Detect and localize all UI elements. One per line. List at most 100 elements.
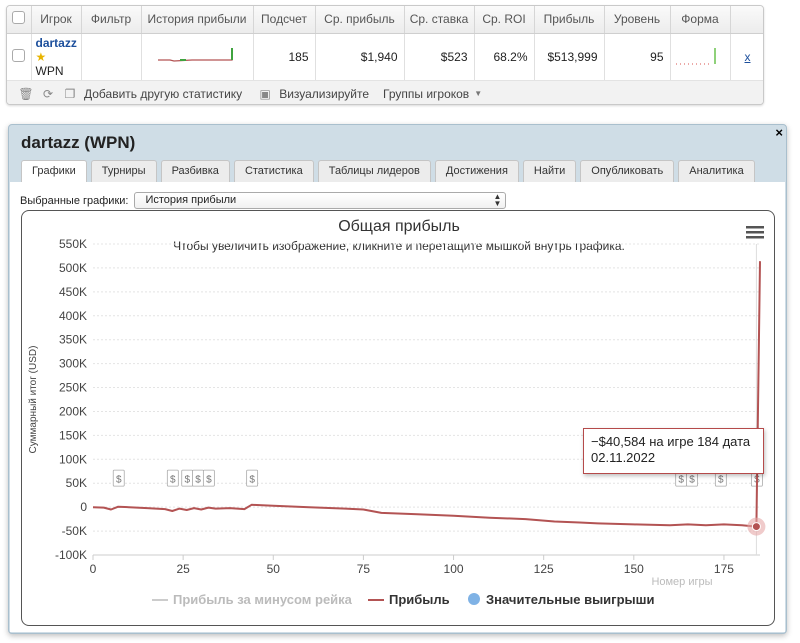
x-tick-label: 125 xyxy=(534,562,554,576)
x-axis-label: Номер игры xyxy=(651,576,712,588)
x-tick-label: 0 xyxy=(90,562,97,576)
tooltip-line-2: 02.11.2022 xyxy=(591,450,656,465)
col-avg-roi[interactable]: Ср. ROI xyxy=(474,6,535,34)
profit-history-sparkline[interactable] xyxy=(141,33,254,81)
y-tick-label: -50K xyxy=(62,524,87,538)
y-tick-label: 550K xyxy=(59,237,87,251)
legend-label-profit: Прибыль xyxy=(389,592,450,607)
y-tick-label: 350K xyxy=(59,333,87,347)
big-win-marker-label: $ xyxy=(249,475,255,486)
window-body: Выбранные графики: История прибыли ▲ ▼ Об… xyxy=(10,182,785,632)
visualize-label: Визуализируйте xyxy=(279,86,369,101)
legend-swatch-big-wins xyxy=(468,593,480,605)
add-stat-button[interactable]: ❐ Добавить другую статистику xyxy=(61,86,243,101)
chevron-down-icon: ▼ xyxy=(474,89,483,98)
y-tick-label: 50K xyxy=(66,476,87,490)
chart-tooltip: −$40,584 на игре 184 дата 02.11.2022 xyxy=(583,428,764,474)
y-tick-label: 100K xyxy=(59,452,87,466)
big-win-marker-label: $ xyxy=(195,475,201,486)
tab-achievements[interactable]: Достижения xyxy=(434,160,519,182)
player-groups-dropdown[interactable]: Группы игроков ▼ xyxy=(383,87,482,101)
visualize-button[interactable]: ▣ Визуализируйте xyxy=(256,87,369,101)
y-tick-label: -100K xyxy=(55,548,87,562)
table-row: dartazz ★ WPN 185 $1,940 $523 68.2% $513… xyxy=(7,33,763,81)
image-icon: ▣ xyxy=(259,86,271,101)
y-tick-label: 400K xyxy=(59,309,87,323)
table-header-row: Игрок Фильтр История прибыли Подсчет Ср.… xyxy=(7,6,763,34)
profit-cell: $513,999 xyxy=(534,33,605,81)
col-player[interactable]: Игрок xyxy=(31,6,82,34)
tab-breakdown[interactable]: Разбивка xyxy=(160,160,230,182)
tab-charts[interactable]: Графики xyxy=(21,160,87,183)
add-icon: ❐ xyxy=(64,86,76,101)
x-tick-label: 100 xyxy=(444,562,464,576)
col-avg-stake[interactable]: Ср. ставка xyxy=(404,6,475,34)
tab-statistics[interactable]: Статистика xyxy=(233,160,314,182)
chart-select-row: Выбранные графики: История прибыли ▲ ▼ xyxy=(20,192,507,209)
col-filter[interactable]: Фильтр xyxy=(81,6,142,34)
refresh-icon[interactable]: ⟳ xyxy=(39,87,57,101)
avg-stake-cell: $523 xyxy=(404,33,475,81)
remove-cell: x xyxy=(730,33,763,81)
tab-find[interactable]: Найти xyxy=(522,160,577,182)
player-link[interactable]: dartazz xyxy=(36,36,77,50)
tab-leaderboards[interactable]: Таблицы лидеров xyxy=(317,160,431,182)
player-groups-label: Группы игроков xyxy=(383,86,470,101)
x-tick-label: 50 xyxy=(267,562,281,576)
trash-icon[interactable]: 🗑 xyxy=(17,87,35,101)
tab-analytics[interactable]: Аналитика xyxy=(678,160,755,182)
legend-label-net-profit: Прибыль за минусом рейка xyxy=(173,592,353,607)
big-win-marker-label: $ xyxy=(170,475,176,486)
col-level[interactable]: Уровень xyxy=(604,6,671,34)
col-profit[interactable]: Прибыль xyxy=(534,6,605,34)
remove-player-link[interactable]: x xyxy=(745,50,751,64)
big-win-marker-label: $ xyxy=(718,475,724,486)
window-title: dartazz (WPN) xyxy=(21,133,136,152)
sparkline-svg xyxy=(158,48,233,62)
x-tick-label: 25 xyxy=(176,562,190,576)
filter-cell[interactable] xyxy=(81,33,142,81)
menu-icon xyxy=(746,236,764,239)
y-tick-label: 300K xyxy=(59,357,87,371)
player-cell: dartazz ★ WPN xyxy=(31,33,82,81)
level-cell: 95 xyxy=(604,33,671,81)
menu-icon xyxy=(746,226,764,229)
y-tick-label: 500K xyxy=(59,261,87,275)
col-form[interactable]: Форма xyxy=(670,6,731,34)
avg-profit-cell: $1,940 xyxy=(315,33,405,81)
tab-tournaments[interactable]: Турниры xyxy=(90,160,157,182)
select-arrows-icon: ▲ ▼ xyxy=(493,192,502,208)
tab-bar: Графики Турниры Разбивка Статистика Табл… xyxy=(21,160,755,183)
menu-icon xyxy=(746,231,764,234)
star-icon: ★ xyxy=(35,49,47,64)
stats-table: Игрок Фильтр История прибыли Подсчет Ср.… xyxy=(7,6,763,81)
y-tick-label: 0 xyxy=(80,500,87,514)
add-stat-label: Добавить другую статистику xyxy=(84,86,243,101)
tooltip-line-1: −$40,584 на игре 184 дата xyxy=(591,434,751,449)
tab-publish[interactable]: Опубликовать xyxy=(580,160,675,182)
y-tick-label: 200K xyxy=(59,404,87,418)
y-tick-label: 150K xyxy=(59,428,87,442)
row-checkbox[interactable] xyxy=(7,33,32,81)
profit-chart-svg[interactable]: Общая прибыль Чтобы увеличить изображение… xyxy=(22,211,775,626)
chart-select[interactable]: История прибыли ▲ ▼ xyxy=(134,192,507,209)
series-line-profit xyxy=(92,261,761,528)
col-profit-history[interactable]: История прибыли xyxy=(141,6,254,34)
big-win-marker-label: $ xyxy=(678,475,684,486)
col-count[interactable]: Подсчет xyxy=(253,6,316,34)
x-tick-label: 175 xyxy=(714,562,734,576)
y-tick-label: 250K xyxy=(59,381,87,395)
chart-title: Общая прибыль xyxy=(338,218,460,235)
select-all-checkbox[interactable] xyxy=(7,6,32,34)
chart-subtitle: Чтобы увеличить изображение, кликните и … xyxy=(173,239,625,253)
col-avg-profit[interactable]: Ср. прибыль xyxy=(315,6,405,34)
stats-panel: Игрок Фильтр История прибыли Подсчет Ср.… xyxy=(6,5,764,105)
y-axis-label: Суммарный итог (USD) xyxy=(28,346,39,454)
chart-container[interactable]: Общая прибыль Чтобы увеличить изображение… xyxy=(21,210,775,626)
y-tick-label: 450K xyxy=(59,285,87,299)
chart-select-value: История прибыли xyxy=(145,194,237,206)
count-cell: 185 xyxy=(253,33,316,81)
table-toolbar: 🗑 ⟳ ❐ Добавить другую статистику ▣ Визуа… xyxy=(7,80,763,104)
legend-label-big-wins: Значительные выигрыши xyxy=(486,592,654,607)
close-icon[interactable]: × xyxy=(775,125,783,140)
